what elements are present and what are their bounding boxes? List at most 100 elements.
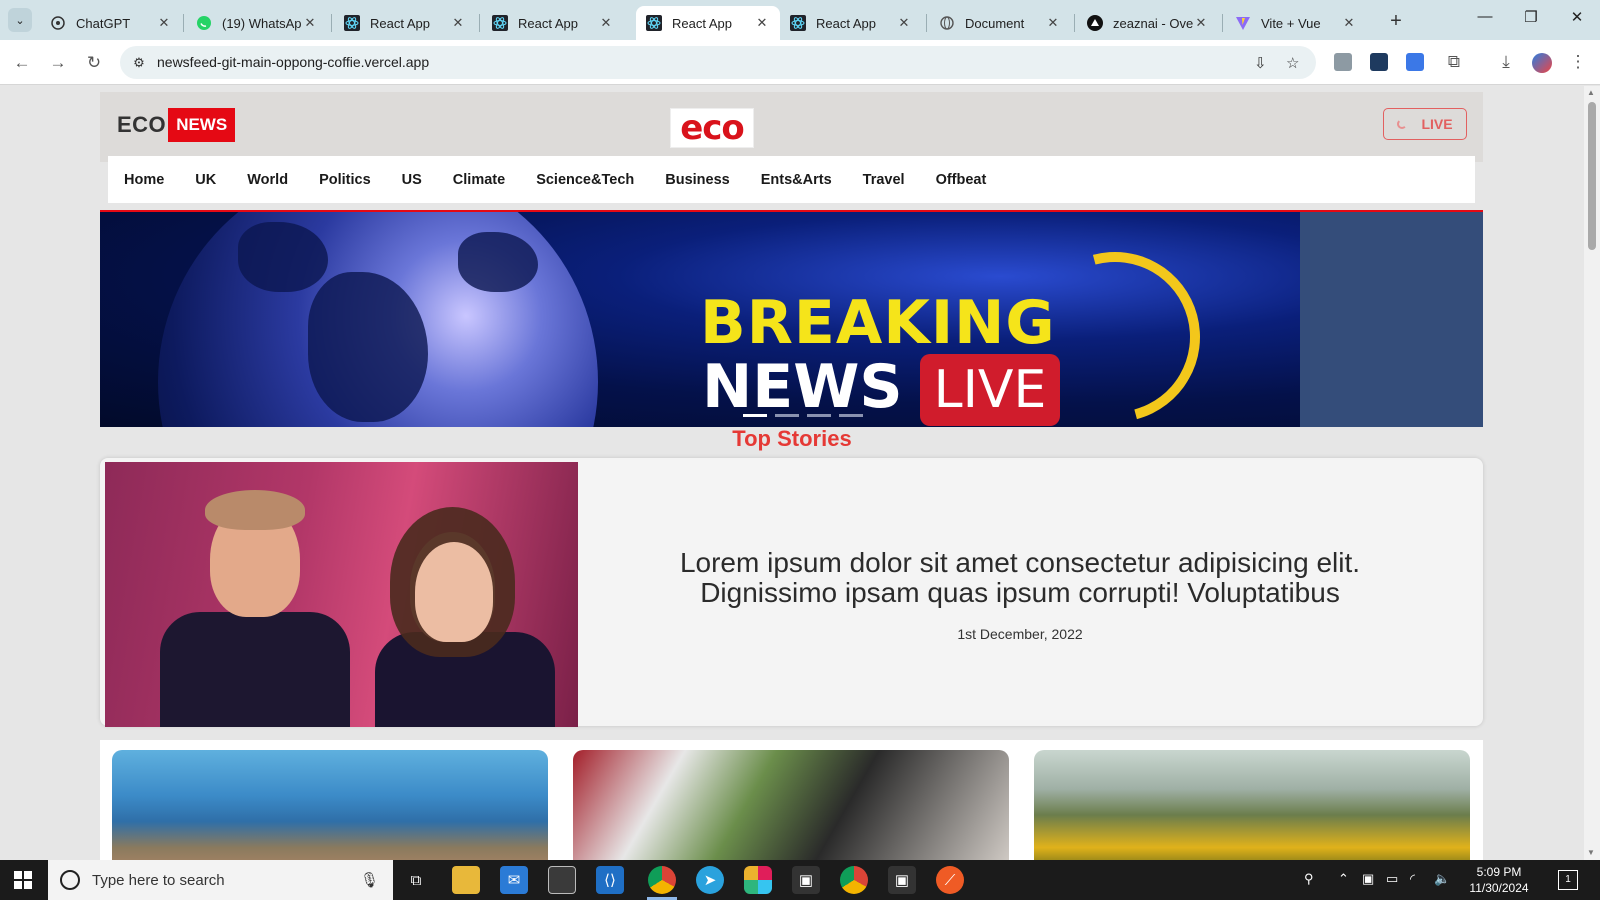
- forward-icon[interactable]: →: [46, 51, 70, 75]
- new-tab-button[interactable]: +: [1384, 10, 1408, 33]
- nav-item-uk[interactable]: UK: [195, 172, 216, 188]
- app-icon[interactable]: ▣: [888, 866, 916, 894]
- tab-close-icon[interactable]: ✕: [450, 15, 466, 31]
- install-app-icon[interactable]: ⇩: [1254, 54, 1267, 72]
- live-button[interactable]: LIVE: [1383, 108, 1467, 140]
- hero-line2: NEWS: [702, 352, 903, 422]
- extension-icon[interactable]: [1334, 53, 1352, 71]
- nav-item-home[interactable]: Home: [124, 172, 164, 188]
- scroll-thumb[interactable]: [1588, 102, 1596, 250]
- nav-item-business[interactable]: Business: [665, 172, 729, 188]
- reload-icon[interactable]: ↻: [82, 51, 106, 75]
- hero-line1: BREAKING: [700, 288, 1056, 358]
- tab-search-chevron-icon[interactable]: ⌄: [8, 8, 32, 32]
- carousel-dot-1[interactable]: [743, 414, 767, 417]
- tab-close-icon[interactable]: ✕: [754, 15, 770, 31]
- story-card-flag-image[interactable]: [573, 750, 1009, 860]
- site-info-icon[interactable]: ⚙: [128, 52, 150, 74]
- browser-menu-icon[interactable]: ⋮: [1566, 50, 1590, 74]
- address-bar[interactable]: ⚙ newsfeed-git-main-oppong-coffie.vercel…: [120, 46, 1316, 79]
- microphone-icon[interactable]: 🎙: [360, 871, 379, 889]
- main-nav: Home UK World Politics US Climate Scienc…: [108, 156, 1475, 203]
- nav-item-travel[interactable]: Travel: [863, 172, 905, 188]
- top-story-headline[interactable]: Lorem ipsum dolor sit amet consectetur a…: [620, 548, 1420, 608]
- extension-icon[interactable]: [1406, 53, 1424, 71]
- react-devtools-icon[interactable]: [1370, 53, 1388, 71]
- tab-close-icon[interactable]: ✕: [896, 15, 912, 31]
- app-icon[interactable]: ▣: [792, 866, 820, 894]
- tab-vite-vue[interactable]: Vite + Vue ✕: [1225, 6, 1367, 40]
- restore-icon[interactable]: ❐: [1516, 8, 1546, 26]
- cortana-circle-icon: [60, 870, 80, 890]
- top-story-date: 1st December, 2022: [957, 626, 1083, 642]
- battery-icon[interactable]: ▭: [1386, 871, 1398, 887]
- chrome-icon[interactable]: [840, 866, 868, 894]
- wifi-icon[interactable]: ◜: [1410, 871, 1415, 887]
- tab-whatsapp[interactable]: (19) WhatsApp ✕: [186, 6, 328, 40]
- tab-zeaznai[interactable]: zeaznai - Over ✕: [1077, 6, 1219, 40]
- nav-item-climate[interactable]: Climate: [453, 172, 505, 188]
- tab-label: ChatGPT: [76, 15, 131, 31]
- page-scrollbar[interactable]: ▲ ▼: [1584, 86, 1600, 860]
- task-view-icon[interactable]: ⧉: [402, 866, 430, 894]
- carousel-indicators: [743, 414, 871, 417]
- tab-close-icon[interactable]: ✕: [598, 15, 614, 31]
- tab-close-icon[interactable]: ✕: [1193, 15, 1209, 31]
- carousel-dot-3[interactable]: [807, 414, 831, 417]
- tab-label: zeaznai - Over: [1113, 15, 1193, 31]
- tab-react-app-active[interactable]: React App ✕: [636, 6, 780, 40]
- taskbar-clock[interactable]: 5:09 PM 11/30/2024: [1464, 864, 1534, 896]
- nav-item-offbeat[interactable]: Offbeat: [936, 172, 987, 188]
- carousel-dot-2[interactable]: [775, 414, 799, 417]
- hero-carousel[interactable]: BREAKING NEWS LIVE: [100, 210, 1483, 427]
- tab-close-icon[interactable]: ✕: [156, 15, 172, 31]
- nav-item-politics[interactable]: Politics: [319, 172, 371, 188]
- story-card-sunflower-image[interactable]: [1034, 750, 1470, 860]
- carousel-dot-4[interactable]: [839, 414, 863, 417]
- tab-chatgpt[interactable]: ChatGPT ✕: [40, 6, 182, 40]
- tab-close-icon[interactable]: ✕: [302, 15, 318, 31]
- react-icon: [790, 15, 806, 31]
- top-story-card[interactable]: Lorem ipsum dolor sit amet consectetur a…: [100, 458, 1483, 727]
- profile-avatar[interactable]: [1532, 53, 1552, 73]
- file-explorer-icon[interactable]: [452, 866, 480, 894]
- tab-label: React App: [518, 15, 578, 31]
- close-window-icon[interactable]: ✕: [1562, 8, 1592, 26]
- url-text[interactable]: newsfeed-git-main-oppong-coffie.vercel.a…: [157, 54, 429, 70]
- story-card-coast-image[interactable]: [112, 750, 548, 860]
- back-icon[interactable]: ←: [10, 51, 34, 75]
- mail-icon[interactable]: ✉: [500, 866, 528, 894]
- scroll-down-icon[interactable]: ▼: [1587, 848, 1595, 857]
- slack-icon[interactable]: [744, 866, 772, 894]
- scroll-up-icon[interactable]: ▲: [1587, 88, 1595, 97]
- tab-document[interactable]: Document ✕: [929, 6, 1071, 40]
- tab-close-icon[interactable]: ✕: [1045, 15, 1061, 31]
- tray-chevron-icon[interactable]: ⌃: [1338, 871, 1349, 887]
- tab-label: React App: [816, 15, 876, 31]
- site-logo[interactable]: ECO NEWS: [117, 108, 236, 142]
- windows-start-icon[interactable]: [14, 871, 32, 889]
- nav-item-world[interactable]: World: [247, 172, 288, 188]
- postman-icon[interactable]: ⟋: [936, 866, 964, 894]
- tab-react-app-3[interactable]: React App ✕: [780, 6, 922, 40]
- bookmark-star-icon[interactable]: ☆: [1286, 54, 1299, 72]
- antivirus-icon[interactable]: ▣: [1362, 871, 1374, 887]
- taskbar-search[interactable]: Type here to search 🎙: [48, 860, 393, 900]
- tab-close-icon[interactable]: ✕: [1341, 15, 1357, 31]
- tab-react-app-1[interactable]: React App ✕: [334, 6, 476, 40]
- downloads-icon[interactable]: ⤓: [1494, 50, 1518, 74]
- extensions-puzzle-icon[interactable]: ⧉: [1442, 50, 1466, 74]
- people-icon[interactable]: ⚲: [1304, 871, 1314, 887]
- store-icon[interactable]: [548, 866, 576, 894]
- notification-icon[interactable]: 1: [1558, 870, 1578, 890]
- tab-react-app-2[interactable]: React App ✕: [482, 6, 624, 40]
- chrome-icon[interactable]: [648, 866, 676, 894]
- minimize-icon[interactable]: —: [1470, 8, 1500, 25]
- browser-toolbar: ← → ↻ ⚙ newsfeed-git-main-oppong-coffie.…: [0, 40, 1600, 85]
- nav-item-science-tech[interactable]: Science&Tech: [536, 172, 634, 188]
- nav-item-ents-arts[interactable]: Ents&Arts: [761, 172, 832, 188]
- volume-icon[interactable]: 🔈: [1434, 871, 1450, 887]
- nav-item-us[interactable]: US: [402, 172, 422, 188]
- telegram-icon[interactable]: ➤: [696, 866, 724, 894]
- vscode-icon[interactable]: ⟨⟩: [596, 866, 624, 894]
